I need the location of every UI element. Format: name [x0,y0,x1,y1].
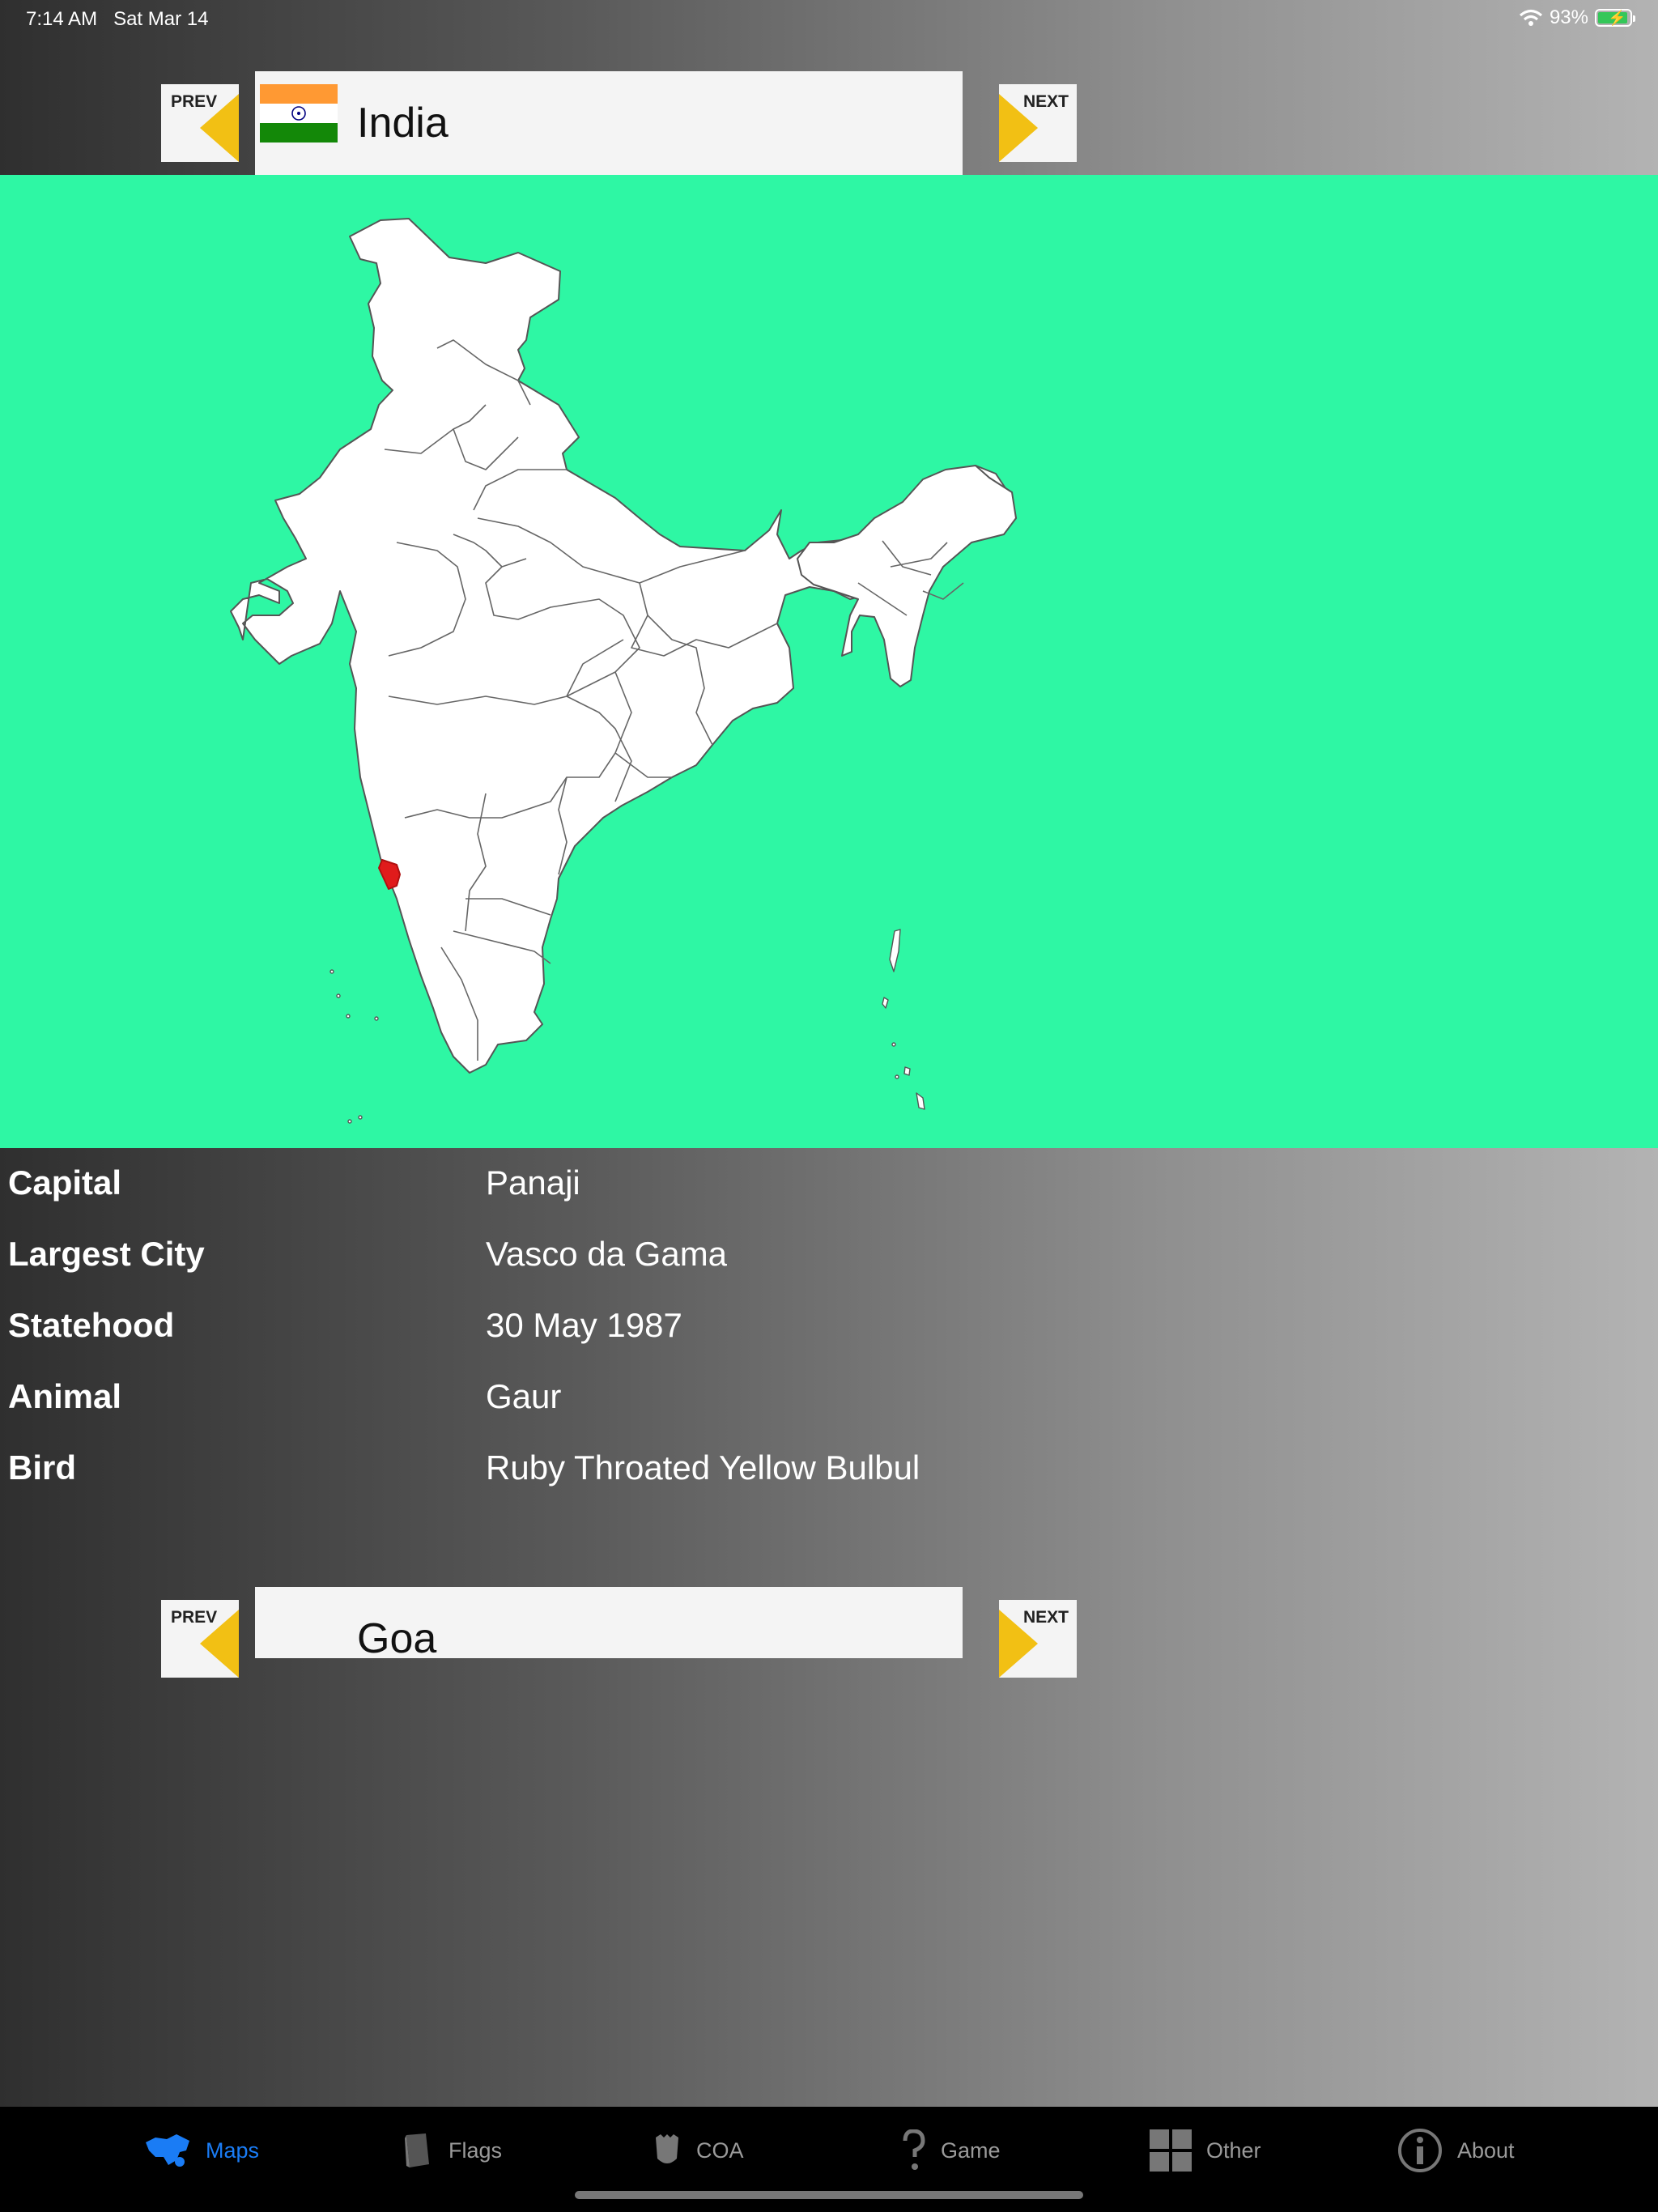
tab-coa[interactable]: COA [653,2125,744,2176]
country-name: India [357,100,449,147]
info-value: Vasco da Gama [486,1235,728,1273]
tab-label: About [1457,2138,1515,2163]
tab-label: Game [941,2138,1001,2163]
status-time: 7:14 AM Sat Mar 14 [26,8,209,30]
info-label: Animal [8,1377,122,1415]
info-icon [1398,2129,1442,2172]
info-row: Capital Panaji [8,1154,1627,1225]
india-flag-icon [260,84,338,143]
state-title-box: Goa [255,1587,963,1658]
info-value: Ruby Throated Yellow Bulbul [486,1448,920,1487]
india-map-svg [230,218,1017,1124]
tab-flags[interactable]: Flags [402,2125,502,2176]
tab-label: Maps [206,2138,260,2163]
tab-label: Flags [449,2138,503,2163]
status-right: 93% ⚡ [1519,6,1635,29]
state-prev-button[interactable]: PREV [161,1600,239,1678]
info-row: Largest City Vasco da Gama [8,1225,1627,1296]
india-map[interactable] [0,175,1658,1148]
battery-icon: ⚡ [1595,9,1635,27]
info-row: Statehood 30 May 1987 [8,1296,1627,1368]
tab-maps[interactable]: Maps [144,2125,259,2176]
state-next-button[interactable]: NEXT [999,1600,1077,1678]
shield-icon [656,2134,678,2163]
info-row: Animal Gaur [8,1368,1627,1439]
prev-arrow-icon [200,94,239,162]
tab-game[interactable]: Game [900,2125,1001,2176]
grid-icon [1150,2129,1192,2172]
tab-label: Other [1206,2138,1261,2163]
map-northeast [797,465,1017,687]
info-label: Statehood [8,1306,175,1344]
globe-map-icon [146,2134,189,2167]
goa-region [378,859,401,890]
state-info-table: Capital Panaji Largest City Vasco da Gama … [8,1154,1627,1510]
question-icon [903,2129,925,2170]
info-label: Bird [8,1448,76,1487]
status-bar: 7:14 AM Sat Mar 14 93% ⚡ [0,0,1658,37]
country-title-box: India [255,71,963,175]
home-indicator[interactable] [575,2191,1083,2199]
country-prev-button[interactable]: PREV [161,84,239,162]
prev-arrow-icon [200,1610,239,1678]
tab-about[interactable]: About [1397,2125,1515,2176]
battery-percent: 93% [1549,6,1588,28]
info-value: Panaji [486,1163,580,1202]
info-row: Bird Ruby Throated Yellow Bulbul [8,1439,1627,1510]
info-value: 30 May 1987 [486,1306,682,1344]
state-name: Goa [357,1615,437,1658]
info-value: Gaur [486,1377,562,1415]
info-label: Capital [8,1163,122,1202]
wifi-icon [1519,9,1542,26]
flag-book-icon [405,2133,429,2167]
tab-other[interactable]: Other [1150,2125,1261,2176]
country-next-button[interactable]: NEXT [999,84,1077,162]
info-label: Largest City [8,1235,205,1273]
next-arrow-icon [999,1610,1038,1678]
next-arrow-icon [999,94,1038,162]
tab-label: COA [696,2138,744,2163]
